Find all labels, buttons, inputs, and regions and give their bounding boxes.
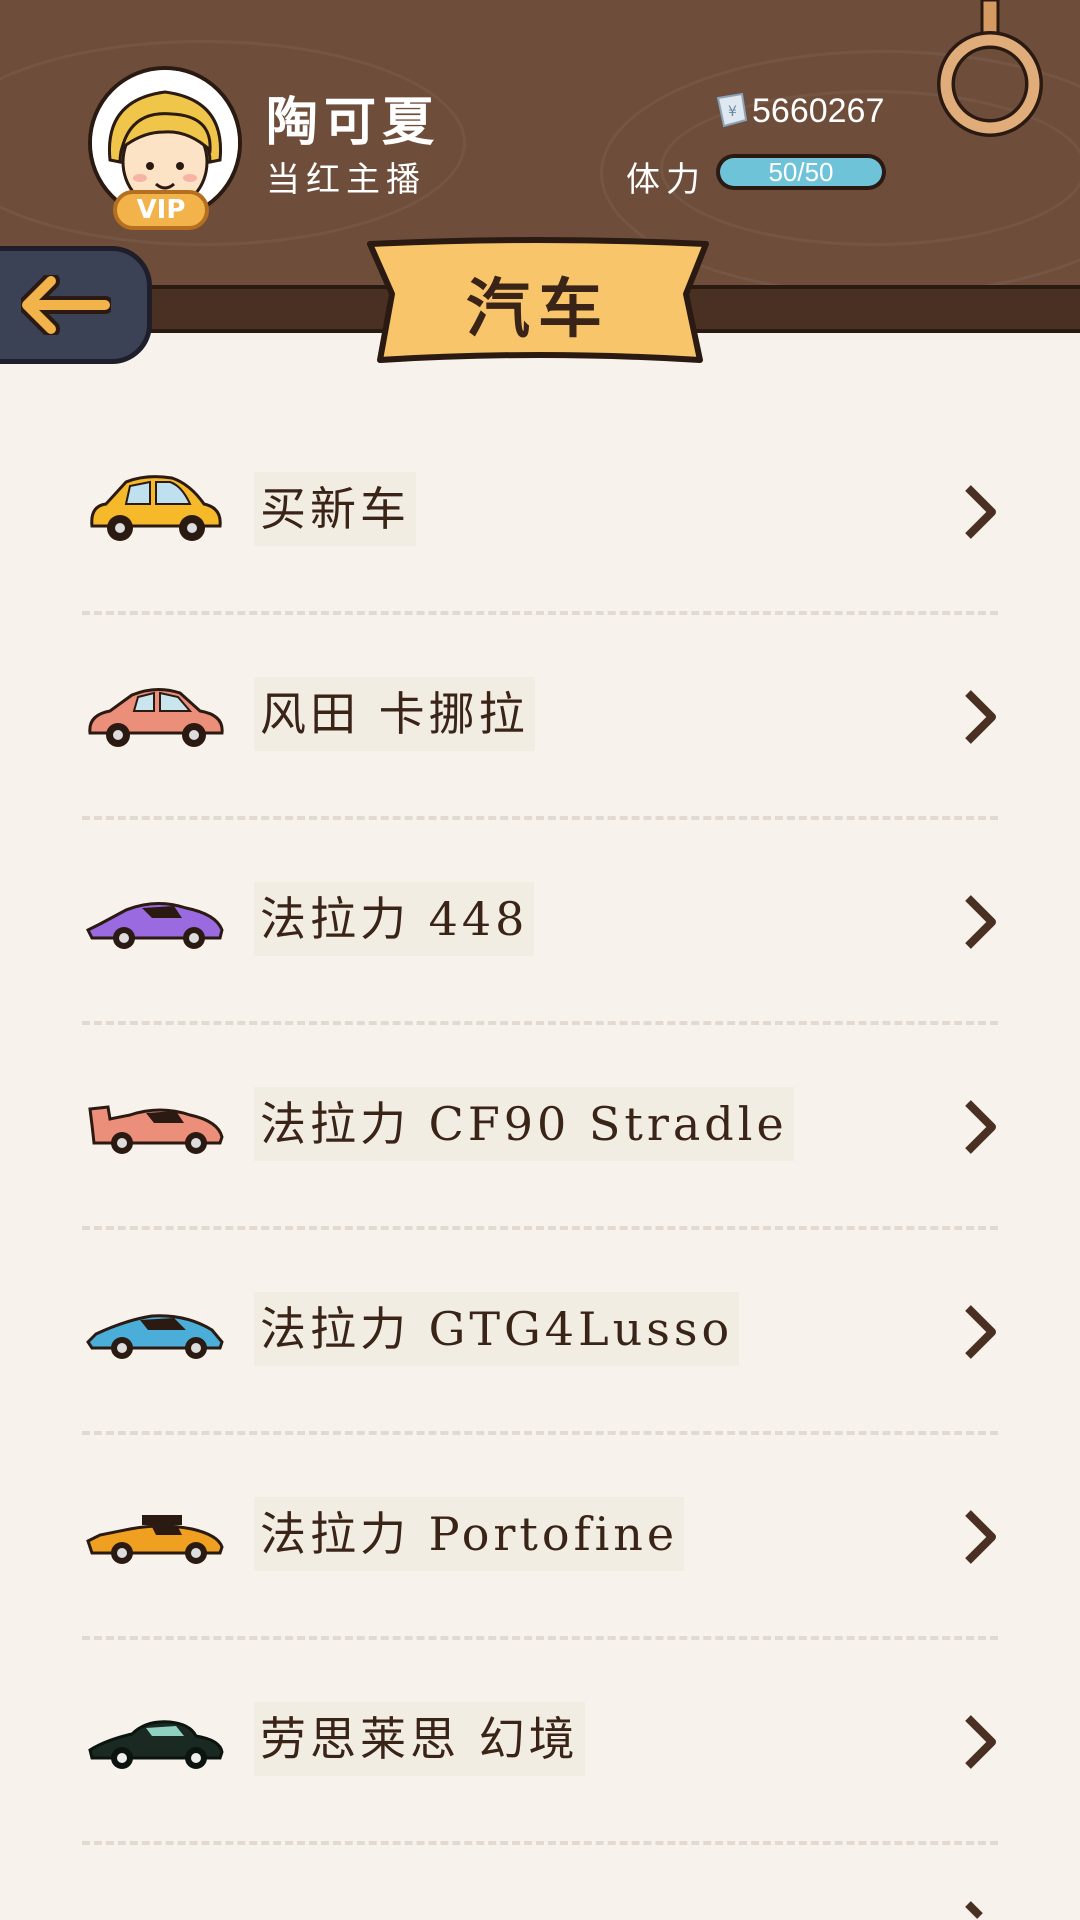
coin-count: 5660267 xyxy=(752,92,885,130)
chevron-right-icon xyxy=(965,1901,983,1919)
item-label: 风田 卡挪拉 xyxy=(254,677,535,751)
chevron-right-icon xyxy=(965,485,996,539)
item-label: 法拉力 GTG4Lusso xyxy=(254,1292,740,1366)
salmon-supercar-icon xyxy=(88,1105,224,1154)
list-item-car-3[interactable]: 法拉力 CF90 Stradle xyxy=(0,1025,1080,1230)
chevron-right-icon xyxy=(965,895,996,949)
item-label: 法拉力 448 xyxy=(254,882,535,956)
orange-roadster-icon xyxy=(86,1515,224,1564)
salmon-sedan-icon xyxy=(88,688,224,747)
yellow-hatchback-icon xyxy=(90,475,222,541)
list-item-car-2[interactable]: 法拉力 448 xyxy=(0,820,1080,1025)
svg-text:¥: ¥ xyxy=(728,104,737,120)
blue-coupe-icon xyxy=(86,1314,224,1359)
item-label: 买新车 xyxy=(254,472,416,546)
list-item-car-5[interactable]: 法拉力 Portofine xyxy=(0,1435,1080,1640)
item-label: 法拉力 Portofine xyxy=(254,1497,685,1571)
vip-label: VIP xyxy=(136,195,186,225)
back-button[interactable] xyxy=(0,246,152,364)
user-name: 陶可夏 xyxy=(266,92,441,153)
user-title: 当红主播 xyxy=(266,160,426,200)
divider xyxy=(82,1841,998,1845)
list-item-car-6[interactable]: 劳思莱思 幻境 xyxy=(0,1640,1080,1845)
hanging-ring-icon[interactable] xyxy=(930,0,1050,150)
list-item-car-4[interactable]: 法拉力 GTG4Lusso xyxy=(0,1230,1080,1435)
chevron-right-icon xyxy=(965,1100,996,1154)
chevron-right-icon xyxy=(965,1715,996,1769)
purple-supercar-icon xyxy=(86,902,224,949)
back-arrow-icon xyxy=(21,275,111,335)
chevron-right-icon xyxy=(965,1305,996,1359)
list-item-buy-new-car[interactable]: 买新车 xyxy=(0,410,1080,615)
item-label: 劳思莱思 幻境 xyxy=(254,1702,585,1776)
stamina-value: 50/50 xyxy=(768,156,834,187)
stamina-label: 体力 xyxy=(626,160,706,200)
vip-badge: VIP xyxy=(113,190,209,230)
item-label: 法拉力 CF90 Stradle xyxy=(254,1087,794,1161)
chevron-right-icon xyxy=(965,690,996,744)
money-bill-icon: ¥ xyxy=(716,92,748,128)
list-item-car-1[interactable]: 风田 卡挪拉 xyxy=(0,615,1080,820)
stamina-bar: 50/50 xyxy=(716,154,886,190)
dark-classic-car-icon xyxy=(88,1720,224,1769)
chevron-right-icon xyxy=(965,1510,996,1564)
car-list: 买新车 风田 卡挪拉 法拉力 448 法拉力 CF90 Stradle 法拉力 … xyxy=(0,410,1080,1845)
stamina-fill: 50/50 xyxy=(720,156,882,187)
page-title: 汽车 xyxy=(466,272,610,347)
